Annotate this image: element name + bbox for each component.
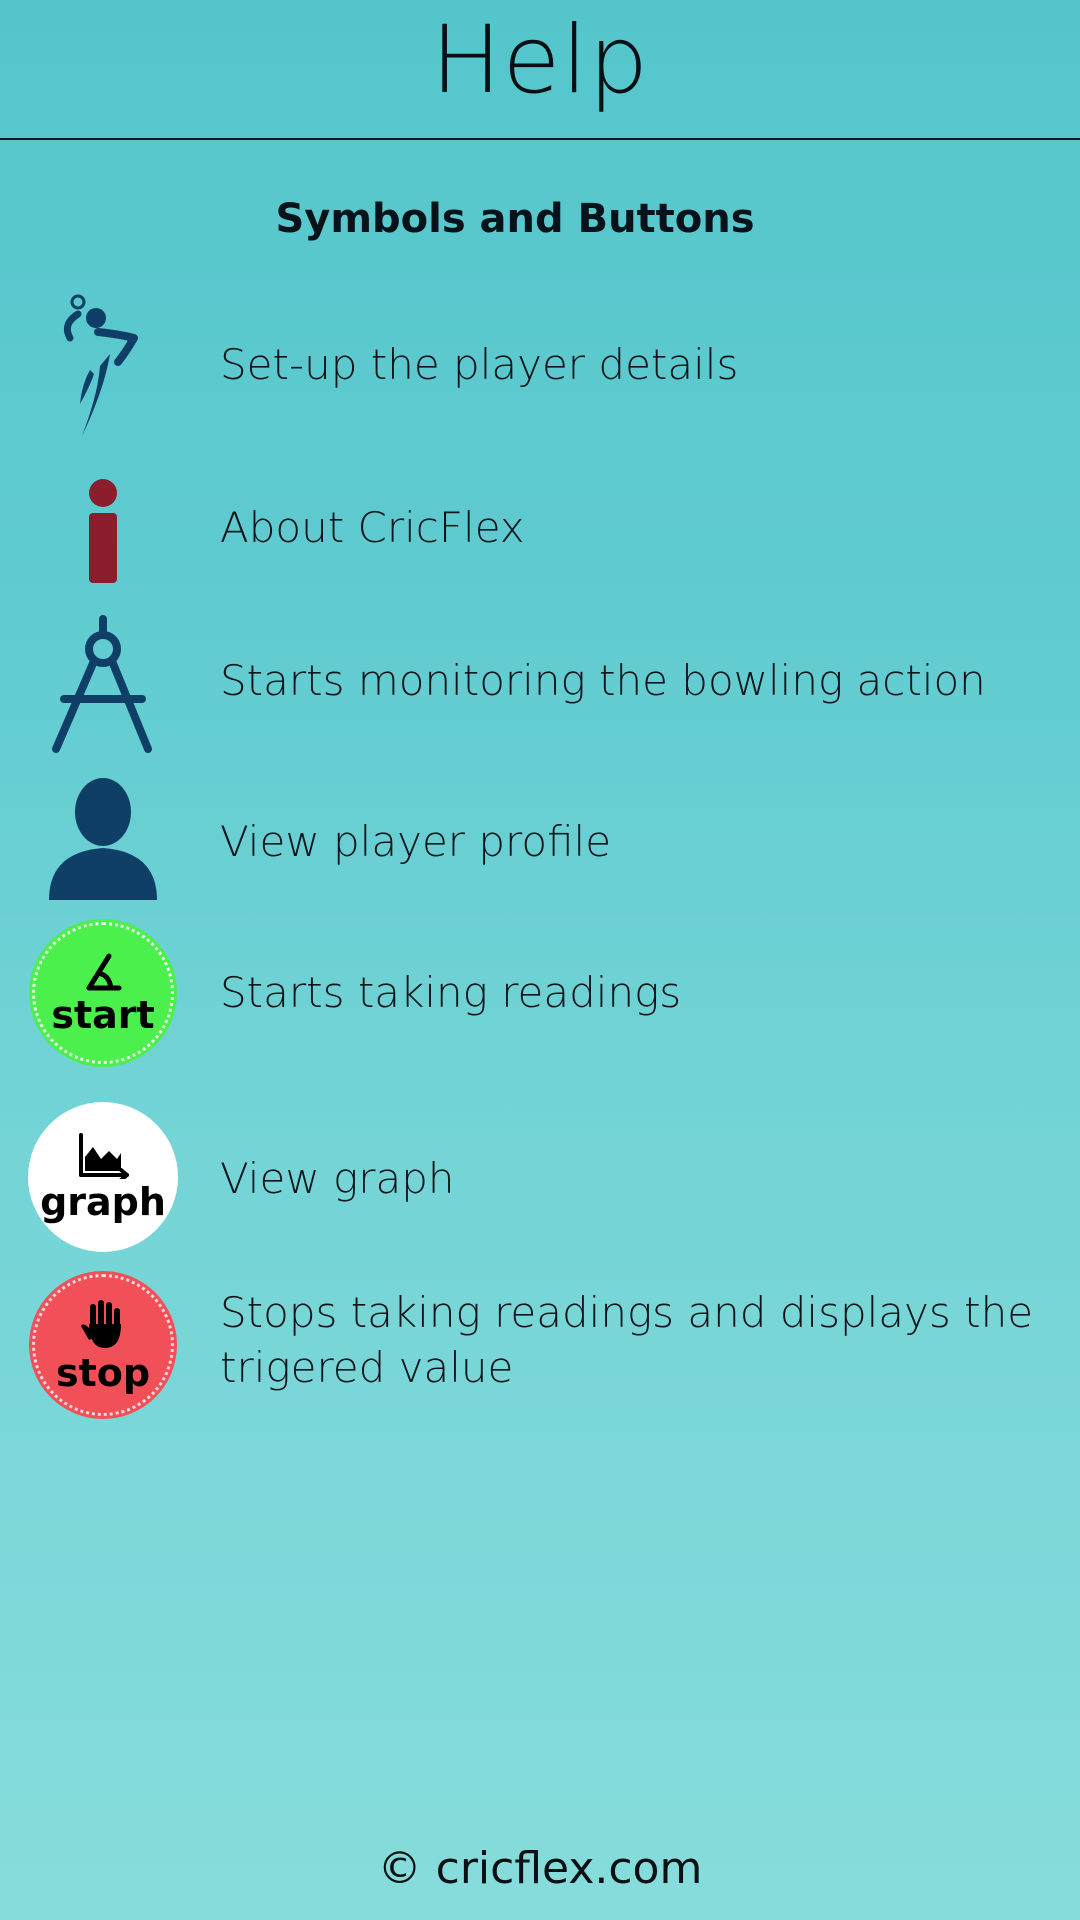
help-label-about: About CricFlex (220, 503, 525, 552)
person-icon (28, 765, 178, 915)
help-row-setup: Set-up the player details (0, 290, 1080, 440)
copyright-footer[interactable]: © cricflex.com (0, 1843, 1080, 1894)
help-screen: Help Symbols and Buttons Set-up the play… (0, 0, 1080, 1920)
help-row-stop: stop Stops taking readings and displays … (0, 1270, 1080, 1430)
compass-icon (28, 610, 178, 760)
help-label-monitor: Starts monitoring the bowling action (220, 656, 986, 705)
help-label-setup: Set-up the player details (220, 340, 739, 389)
graph-badge-text: graph (40, 1180, 166, 1224)
section-title: Symbols and Buttons (275, 196, 755, 242)
stop-badge-text: stop (55, 1351, 151, 1395)
help-label-graph: View graph (220, 1154, 455, 1203)
start-badge-text: start (51, 993, 155, 1037)
help-row-start: start Starts taking readings (0, 918, 1080, 1068)
bowler-icon (28, 290, 178, 440)
help-row-graph: graph View graph (0, 1102, 1080, 1252)
help-row-about: About CricFlex (0, 455, 1080, 605)
start-icon: start (28, 918, 178, 1068)
page-title: Help (430, 6, 650, 115)
header-bar: Help (0, 0, 1080, 140)
stop-icon: stop (28, 1270, 178, 1420)
graph-icon: graph (28, 1102, 178, 1252)
help-label-profile: View player profile (220, 817, 612, 866)
help-label-start: Starts taking readings (220, 968, 682, 1017)
help-row-profile: View player profile (0, 765, 1080, 915)
info-icon (28, 455, 178, 605)
help-label-stop: Stops taking readings and displays the t… (220, 1288, 1034, 1392)
help-row-monitor: Starts monitoring the bowling action (0, 610, 1080, 760)
